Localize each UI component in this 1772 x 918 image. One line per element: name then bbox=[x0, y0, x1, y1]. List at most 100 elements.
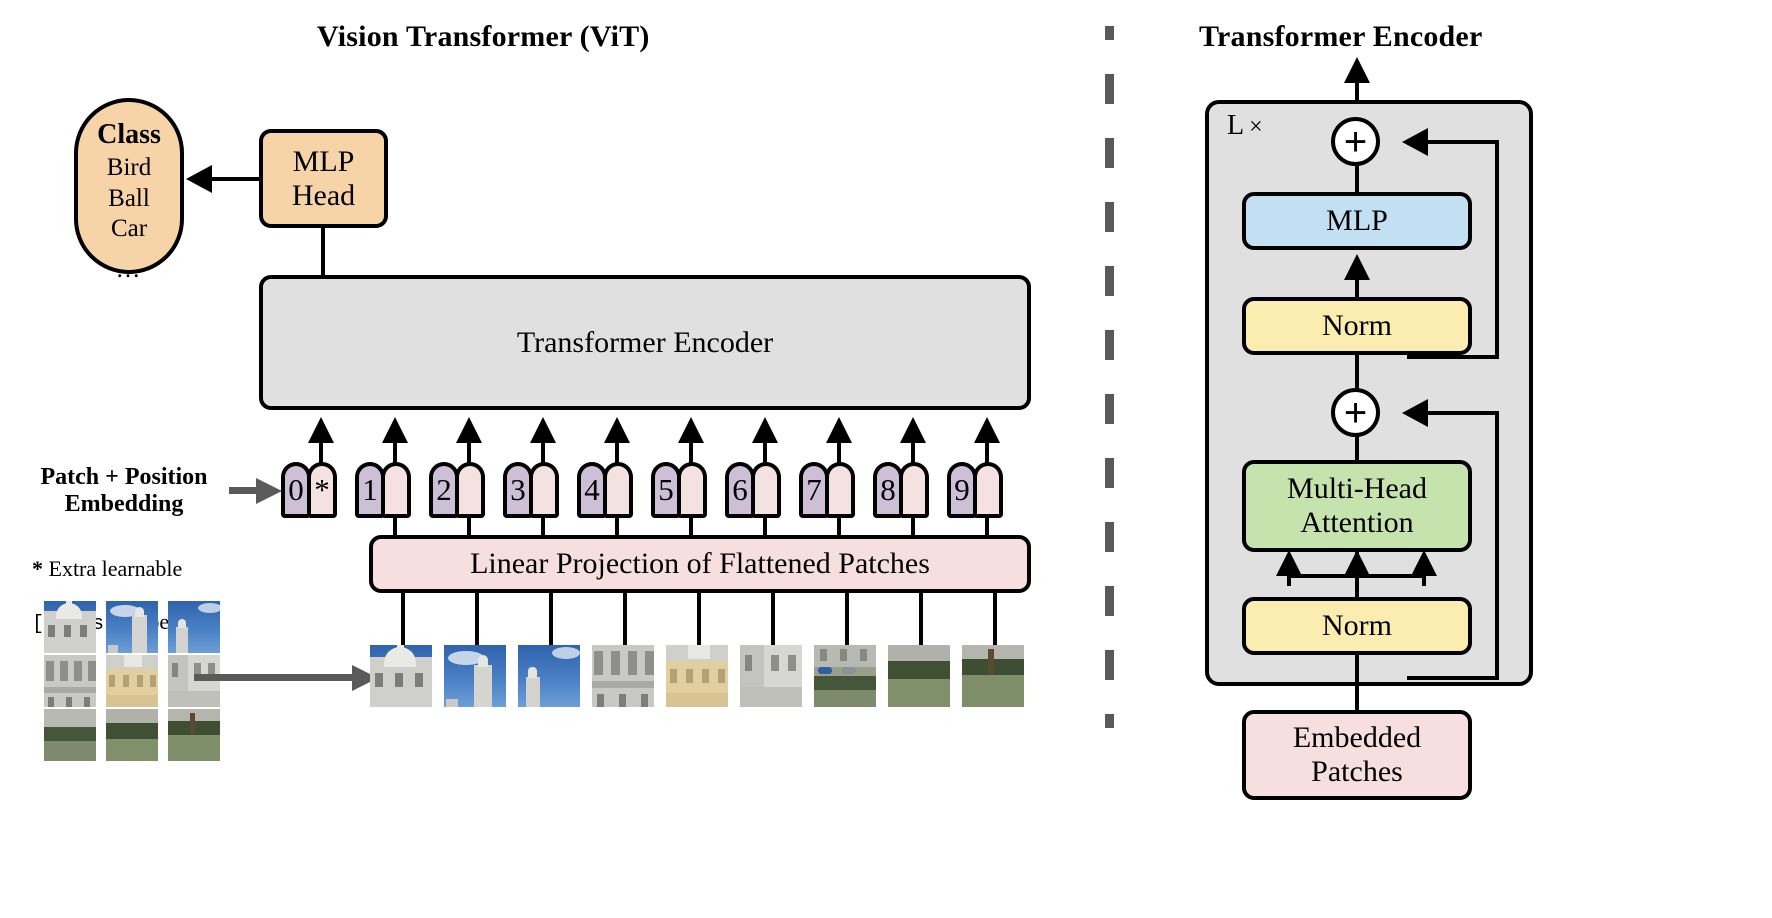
mlp-head-to-class-arrowhead bbox=[186, 165, 212, 193]
mlp-block-label: MLP bbox=[1326, 204, 1388, 238]
patch-line-4 bbox=[623, 591, 627, 647]
class-label-ellipsis: ... bbox=[116, 255, 142, 283]
token-arrow-head-7 bbox=[826, 417, 852, 443]
encoder-to-mlp-head-line bbox=[321, 228, 325, 278]
token-1: 1 bbox=[355, 462, 411, 518]
token-1-position: 1 bbox=[355, 462, 385, 518]
repeat-count-value: L bbox=[1227, 110, 1245, 141]
footnote-star: * bbox=[32, 556, 43, 582]
attention-to-add-line bbox=[1355, 435, 1359, 462]
token-3-patch bbox=[529, 462, 559, 518]
patch-line-9 bbox=[993, 591, 997, 647]
patch-tile-7 bbox=[814, 645, 876, 707]
token-3: 3 bbox=[503, 462, 559, 518]
token-7-position: 7 bbox=[799, 462, 829, 518]
source-tile-r1c1 bbox=[44, 601, 96, 653]
patch-tile-4 bbox=[592, 645, 654, 707]
patch-line-2 bbox=[475, 591, 479, 647]
norm-top-block: Norm bbox=[1242, 297, 1472, 355]
patch-tile-2 bbox=[444, 645, 506, 707]
source-tile-r3c2 bbox=[106, 709, 158, 761]
source-tile-r3c1 bbox=[44, 709, 96, 761]
token-9-position: 9 bbox=[947, 462, 977, 518]
residual-add-bottom-symbol: + bbox=[1343, 390, 1368, 435]
vit-architecture-diagram: Vision Transformer (ViT) Class Bird Ball… bbox=[0, 0, 1772, 918]
token-2-patch bbox=[455, 462, 485, 518]
mlp-head-box: MLP Head bbox=[259, 129, 388, 228]
token-1-patch bbox=[381, 462, 411, 518]
patch-tile-1 bbox=[370, 645, 432, 707]
norm-bottom-to-qkv-line bbox=[1355, 574, 1359, 598]
embedded-patches-to-norm-line bbox=[1355, 655, 1359, 715]
encoder-output-arrowhead bbox=[1344, 57, 1370, 83]
linear-projection-box: Linear Projection of Flattened Patches bbox=[369, 535, 1031, 593]
mlp-head-to-class-line bbox=[212, 177, 260, 181]
token-8-position: 8 bbox=[873, 462, 903, 518]
token-arrow-head-4 bbox=[604, 417, 630, 443]
source-tile-r1c2 bbox=[106, 601, 158, 653]
token-0-patch: * bbox=[307, 462, 337, 518]
embedded-patches-block: Embedded Patches bbox=[1242, 710, 1472, 800]
patch-line-1 bbox=[401, 591, 405, 647]
token-7-patch bbox=[825, 462, 855, 518]
norm-top-label: Norm bbox=[1322, 309, 1392, 343]
source-tile-r2c1 bbox=[44, 655, 96, 707]
token-7: 7 bbox=[799, 462, 855, 518]
token-6-patch bbox=[751, 462, 781, 518]
patch-position-embedding-label: Patch + Position Embedding bbox=[40, 464, 208, 517]
embedded-patches-label: Embedded Patches bbox=[1292, 721, 1422, 788]
token-arrow-head-0 bbox=[308, 417, 334, 443]
patch-line-5 bbox=[697, 591, 701, 647]
norm-top-to-mlp-arrowhead bbox=[1344, 254, 1370, 280]
token-9-patch bbox=[973, 462, 1003, 518]
token-0: 0 * bbox=[281, 462, 337, 518]
mlp-residual-bottom bbox=[1407, 355, 1499, 359]
mlp-residual-vertical bbox=[1495, 142, 1499, 357]
source-tile-r3c3 bbox=[168, 709, 220, 761]
token-arrow-head-2 bbox=[456, 417, 482, 443]
repeat-count-label: L × bbox=[1227, 110, 1263, 142]
mlp-block: MLP bbox=[1242, 192, 1472, 250]
patch-tile-8 bbox=[888, 645, 950, 707]
source-tile-r2c2 bbox=[106, 655, 158, 707]
left-panel-title: Vision Transformer (ViT) bbox=[317, 20, 650, 53]
right-panel-title: Transformer Encoder bbox=[1199, 20, 1483, 53]
footnote-line1: Extra learnable bbox=[43, 556, 183, 582]
residual-add-bottom: + bbox=[1331, 388, 1380, 437]
mlp-residual-arrowhead bbox=[1402, 128, 1428, 156]
token-4-patch bbox=[603, 462, 633, 518]
attn-residual-bottom bbox=[1407, 676, 1499, 680]
class-pill-header: Class bbox=[97, 119, 161, 150]
token-arrow-head-6 bbox=[752, 417, 778, 443]
attn-residual-vertical bbox=[1495, 413, 1499, 679]
token-8: 8 bbox=[873, 462, 929, 518]
patch-tile-5 bbox=[666, 645, 728, 707]
panel-divider bbox=[1105, 26, 1114, 786]
token-4-position: 4 bbox=[577, 462, 607, 518]
token-6-position: 6 bbox=[725, 462, 755, 518]
qkv-v-arrowhead bbox=[1411, 550, 1437, 576]
norm-bottom-label: Norm bbox=[1322, 609, 1392, 643]
repeat-times-symbol: × bbox=[1249, 114, 1263, 140]
source-tile-r1c3 bbox=[168, 601, 220, 653]
source-image-alt: Photograph of a baroque palace facade wi… bbox=[0, 0, 1, 1]
patch-line-8 bbox=[919, 591, 923, 647]
token-arrow-head-5 bbox=[678, 417, 704, 443]
patch-line-3 bbox=[549, 591, 553, 647]
class-label-car: Car bbox=[110, 215, 148, 243]
source-to-patches-arrow-line bbox=[194, 674, 356, 681]
token-6: 6 bbox=[725, 462, 781, 518]
patch-line-7 bbox=[845, 591, 849, 647]
norm-bottom-block: Norm bbox=[1242, 597, 1472, 655]
transformer-encoder-box: Transformer Encoder bbox=[259, 275, 1031, 410]
class-output-pill: Class Bird Ball Car ... bbox=[74, 98, 184, 283]
patch-tile-6 bbox=[740, 645, 802, 707]
token-arrow-head-1 bbox=[382, 417, 408, 443]
token-arrow-head-3 bbox=[530, 417, 556, 443]
mlp-head-label: MLP Head bbox=[291, 144, 356, 212]
token-arrow-head-9 bbox=[974, 417, 1000, 443]
patch-tile-9 bbox=[962, 645, 1024, 707]
multi-head-attention-block: Multi-Head Attention bbox=[1242, 460, 1472, 552]
class-label-ball: Ball bbox=[108, 184, 150, 212]
qkv-q-arrowhead bbox=[1276, 550, 1302, 576]
